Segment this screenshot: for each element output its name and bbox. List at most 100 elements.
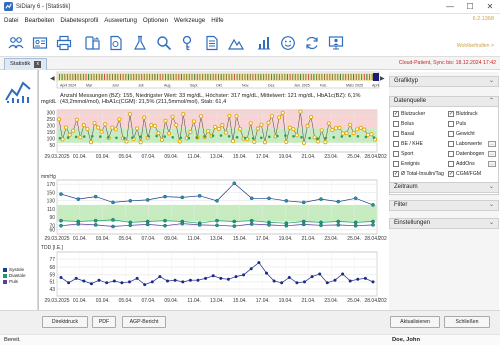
timeline-tick <box>265 74 267 80</box>
data-point-tdd <box>356 277 360 281</box>
timeline-tick <box>239 74 241 80</box>
checkbox-basal[interactable]: Basal <box>393 131 414 137</box>
data-point-blutzucker <box>138 140 143 145</box>
legend-label: Diastole <box>9 273 26 278</box>
smiley-icon[interactable] <box>280 35 296 51</box>
section-grafiktyp[interactable]: Grafiktyp ⌄ <box>389 76 499 87</box>
menu-datei[interactable]: Datei <box>4 17 18 24</box>
data-point-cgm <box>372 136 376 139</box>
section-einstellungen[interactable]: Einstellungen ⌄ <box>389 218 499 229</box>
data-point-tdd <box>59 276 63 279</box>
laborwerte-more-button[interactable]: ... <box>488 141 496 147</box>
direct-print-button[interactable]: Direktdruck <box>42 316 88 328</box>
menu-auswertung[interactable]: Auswertung <box>104 17 137 24</box>
timeline-tick <box>302 74 304 80</box>
minimize-button[interactable]: — <box>440 0 460 14</box>
menu-diabetesprofil[interactable]: Diabetesprofil <box>60 17 98 24</box>
monitor-person-icon[interactable] <box>328 35 344 51</box>
section-datenquelle[interactable]: Datenquelle ⌃ <box>389 96 499 107</box>
checkbox-box <box>448 151 454 157</box>
timeline-right-arrow[interactable]: ▶ <box>380 76 385 82</box>
checkbox-label: Sport <box>401 151 414 157</box>
maximize-button[interactable]: ☐ <box>460 0 480 14</box>
id-card-icon[interactable] <box>32 35 48 51</box>
checkbox-puls[interactable]: Puls <box>448 121 466 127</box>
timeline-strip[interactable]: April 2024 Mai Juni Juli Aug. Sept. Okt. Nov. De… <box>50 71 385 89</box>
checkbox-bolus[interactable]: Bolus <box>393 121 414 127</box>
phone-transfer-icon[interactable] <box>84 35 100 51</box>
timeline-tick <box>186 74 188 80</box>
sync-icon[interactable] <box>304 35 320 51</box>
tab-close-icon[interactable]: x <box>34 61 42 68</box>
printer-icon[interactable] <box>56 35 72 51</box>
close-window-button[interactable]: ✕ <box>480 0 500 14</box>
legend-puls: Puls <box>3 279 18 284</box>
document-icon[interactable] <box>108 35 124 51</box>
checkbox-label: Ø Total-Insulin/Tag <box>401 171 444 177</box>
menu-hilfe[interactable]: Hilfe <box>211 17 223 24</box>
close-button[interactable]: Schließen <box>444 316 490 328</box>
timeline-tick <box>223 74 225 80</box>
magnifier-icon[interactable] <box>156 35 172 51</box>
key-search-icon[interactable] <box>180 35 196 51</box>
refresh-button[interactable]: Aktualisieren <box>390 316 440 328</box>
checkbox-cgm-fgm[interactable]: CGM/FGM <box>448 171 481 177</box>
checkbox-blutzucker[interactable]: Blutzucker <box>393 111 425 117</box>
checkbox-laborwerte[interactable]: Laborwerte <box>448 141 482 147</box>
data-point-cgm <box>139 135 142 139</box>
checkbox-addons[interactable]: AddOns <box>448 161 475 167</box>
data-point-diastole <box>59 218 63 223</box>
menu-optionen[interactable]: Optionen <box>143 17 168 24</box>
mountain-icon[interactable] <box>228 35 244 51</box>
wellbeing-link[interactable]: Wohlbefindlen > <box>457 43 494 49</box>
statistics-chart-icon <box>5 81 31 103</box>
bar-chart-icon[interactable] <box>256 35 272 51</box>
y-tick-label: 170 <box>47 182 56 188</box>
tab-statistik[interactable]: Statistik x <box>4 58 48 70</box>
legend-systole: Systole <box>3 267 24 272</box>
data-point-blutzucker <box>340 131 346 136</box>
y-tick-label: 150 <box>47 190 56 196</box>
data-point-blutzucker <box>309 114 314 120</box>
timeline-tick <box>268 74 270 80</box>
checkbox-be-khe[interactable]: BE / KHE <box>393 141 423 147</box>
data-point-tdd <box>265 271 268 275</box>
statistics-charts: April 2024 Mai Juni Juli Aug. Sept. Okt. Nov. De… <box>41 71 387 304</box>
addons-more-button[interactable]: ... <box>488 161 496 167</box>
checkbox-gewicht[interactable]: Gewicht <box>448 131 475 137</box>
checkbox-total-insulin[interactable]: Ø Total-Insulin/Tag <box>393 171 444 177</box>
data-point-tdd <box>150 280 154 284</box>
data-point-systole <box>128 198 133 203</box>
people-icon[interactable] <box>8 35 24 51</box>
section-zeitraum[interactable]: Zeitraum ⌄ <box>389 182 499 193</box>
agp-report-button[interactable]: AGP-Bericht <box>122 316 166 328</box>
section-filter[interactable]: Filter ⌄ <box>389 200 499 211</box>
data-point-blutzucker <box>316 139 321 144</box>
data-point-puls <box>59 223 63 228</box>
datenbogen-more-button[interactable]: ... <box>488 151 496 157</box>
user-name: Doe, John <box>392 337 421 343</box>
menu-werkzeuge[interactable]: Werkzeuge <box>174 17 205 24</box>
version-label: 6.2.1368 <box>472 16 494 22</box>
x-tick-label: 07.04. <box>141 298 155 304</box>
checkbox-datenbogen[interactable]: Datenbogen <box>448 151 484 157</box>
timeline-tick <box>120 74 121 80</box>
checkbox-sport[interactable]: Sport <box>393 151 413 157</box>
pdf-button[interactable]: PDF <box>92 316 116 328</box>
flask-icon[interactable] <box>132 35 148 51</box>
data-point-cgm <box>356 135 360 138</box>
timeline-tick <box>337 74 339 80</box>
x-tick-label: 21.04. <box>301 298 315 304</box>
timeline-month-label: Okt. <box>216 84 223 88</box>
menu-bearbeiten[interactable]: Bearbeiten <box>24 17 54 24</box>
timeline-left-arrow[interactable]: ◀ <box>50 76 55 82</box>
checkbox-ereignis[interactable]: Ereignis <box>393 161 420 167</box>
data-point-diastole <box>215 218 219 223</box>
data-point-cgm <box>66 136 70 139</box>
document-lines-icon[interactable] <box>204 35 220 51</box>
data-point-blutzucker <box>64 125 69 130</box>
x-tick-label: 11.04. <box>187 236 201 242</box>
data-point-blutzucker <box>255 126 260 131</box>
checkbox-blutdruck[interactable]: Blutdruck <box>448 111 478 117</box>
checkbox-box <box>393 151 399 157</box>
